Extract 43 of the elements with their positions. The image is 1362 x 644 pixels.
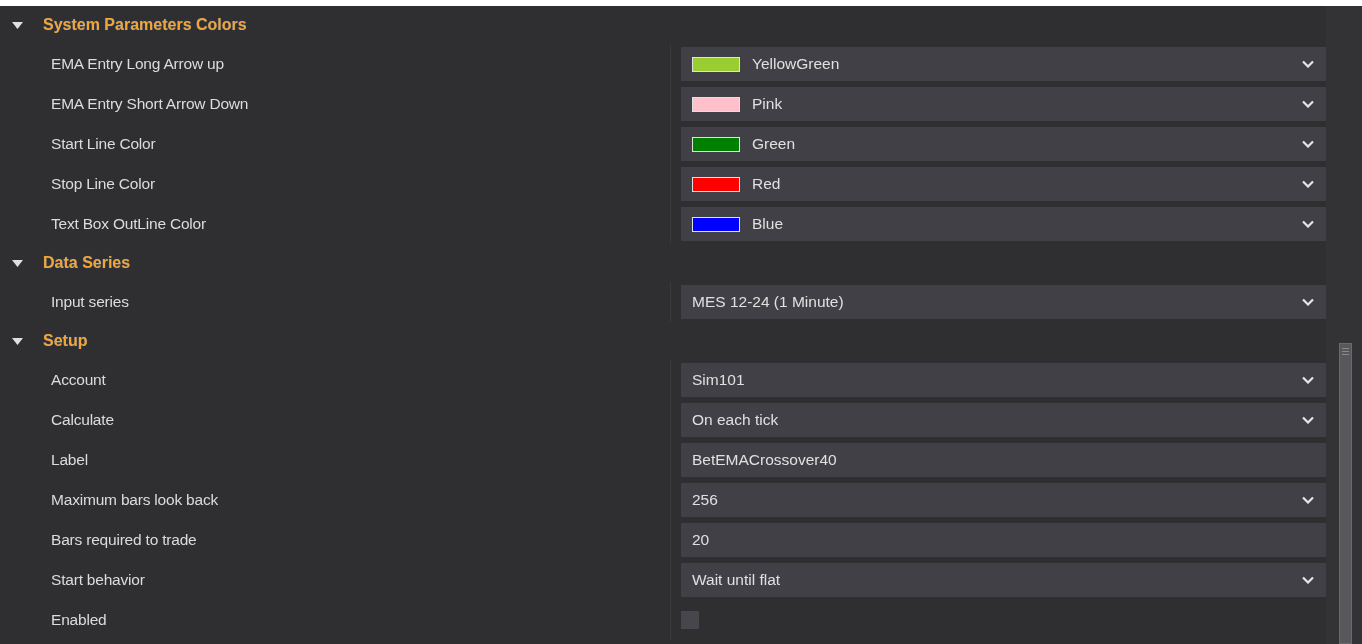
property-label: Start behavior <box>50 571 146 589</box>
chevron-down-icon <box>1302 60 1314 68</box>
chevron-down-icon <box>1302 140 1314 148</box>
property-label: Calculate <box>50 411 115 429</box>
expand-arrow-icon[interactable] <box>12 337 23 345</box>
color-dropdown[interactable]: YellowGreen <box>681 47 1326 81</box>
chevron-down-icon <box>1302 180 1314 188</box>
dropdown[interactable]: MES 12-24 (1 Minute) <box>681 285 1326 319</box>
expand-arrow-icon[interactable] <box>12 259 23 267</box>
property-label: Account <box>50 371 107 389</box>
input-field[interactable]: BetEMACrossover40 <box>681 443 1326 477</box>
property-label: Stop Line Color <box>50 175 156 193</box>
property-label: Maximum bars look back <box>50 491 220 509</box>
category-title: Data Series <box>43 254 131 272</box>
property-label: EMA Entry Short Arrow Down <box>50 95 250 113</box>
chevron-down-icon <box>1302 376 1314 384</box>
category-title: Setup <box>43 332 88 350</box>
color-dropdown[interactable]: Blue <box>681 207 1326 241</box>
expand-arrow-icon[interactable] <box>12 21 23 29</box>
chevron-down-icon <box>1302 496 1314 504</box>
property-label: Bars required to trade <box>50 531 198 549</box>
property-label: Label <box>50 451 89 469</box>
color-dropdown[interactable]: Pink <box>681 87 1326 121</box>
chevron-down-icon <box>1302 220 1314 228</box>
scrollbar-thumb[interactable] <box>1339 343 1352 644</box>
dropdown[interactable]: On each tick <box>681 403 1326 437</box>
chevron-down-icon <box>1302 298 1314 306</box>
dropdown[interactable]: Wait until flat <box>681 563 1326 597</box>
chevron-down-icon <box>1302 576 1314 584</box>
chevron-down-icon <box>1302 100 1314 108</box>
property-label: Start Line Color <box>50 135 157 153</box>
property-label: Enabled <box>50 611 108 629</box>
dropdown[interactable]: Sim101 <box>681 363 1326 397</box>
input-field[interactable]: 20 <box>681 523 1326 557</box>
dropdown[interactable]: 256 <box>681 483 1326 517</box>
property-label: EMA Entry Long Arrow up <box>50 55 225 73</box>
chevron-down-icon <box>1302 416 1314 424</box>
property-label: Text Box OutLine Color <box>50 215 207 233</box>
color-dropdown[interactable]: Red <box>681 167 1326 201</box>
checkbox[interactable] <box>681 611 699 629</box>
color-dropdown[interactable]: Green <box>681 127 1326 161</box>
property-label: Input series <box>50 293 130 311</box>
category-title: System Parameters Colors <box>43 16 247 34</box>
